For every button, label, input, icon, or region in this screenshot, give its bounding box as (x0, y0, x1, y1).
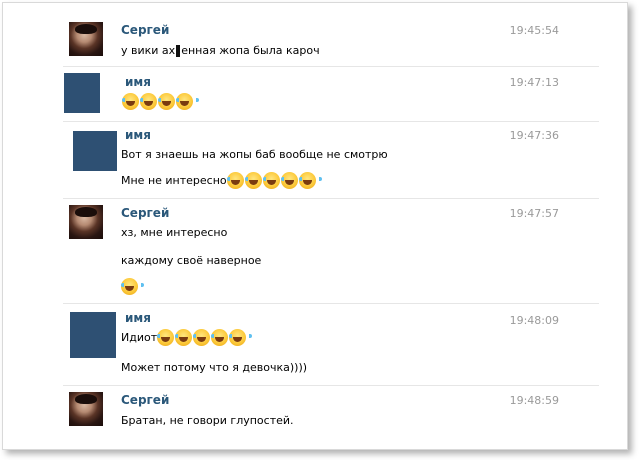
message-text-part: Идиот (121, 331, 158, 344)
tears-of-joy-emoji-icon (211, 329, 235, 346)
tears-of-joy-emoji-icon (298, 172, 322, 189)
avatar[interactable] (69, 392, 103, 426)
tears-of-joy-emoji-icon (175, 329, 199, 346)
tears-of-joy-emoji-icon (140, 93, 163, 110)
message-separator (63, 303, 599, 304)
tears-of-joy-emoji-icon (122, 93, 145, 110)
avatar[interactable] (64, 73, 100, 113)
avatar[interactable] (73, 131, 117, 171)
tears-of-joy-emoji-icon (244, 172, 268, 189)
message-text: Может потому что я девочка)))) (121, 361, 308, 374)
message-text: хз, мне интересно (121, 226, 228, 239)
tears-of-joy-emoji-icon (226, 172, 250, 189)
sender-name[interactable]: Сергей (121, 23, 169, 37)
message-text: у вики ах енная жопа была кароч (121, 44, 320, 57)
censor-mark (176, 44, 181, 57)
sender-name[interactable]: имя (125, 128, 151, 142)
message-text: Вот я знаешь на жопы баб вообще не смотр… (121, 148, 388, 161)
emoji-row (121, 278, 144, 295)
message-time[interactable]: 19:45:54 (510, 24, 559, 37)
sender-name[interactable]: имя (125, 311, 151, 325)
message-time[interactable]: 19:47:57 (510, 207, 559, 220)
message-separator (63, 66, 599, 67)
message-separator (63, 121, 599, 122)
tears-of-joy-emoji-icon (262, 172, 286, 189)
message-time[interactable]: 19:48:59 (510, 394, 559, 407)
avatar[interactable] (69, 205, 103, 239)
sender-name[interactable]: Сергей (121, 206, 169, 220)
avatar[interactable] (70, 312, 116, 358)
message-time[interactable]: 19:47:13 (510, 76, 559, 89)
avatar[interactable] (69, 22, 103, 56)
sender-name[interactable]: имя (125, 75, 151, 89)
message-text: Братан, не говори глупостей. (121, 414, 294, 427)
message-text-part: Мне не интересно (121, 174, 227, 187)
tears-of-joy-emoji-icon (193, 329, 217, 346)
message-separator (63, 385, 599, 386)
emoji-row (122, 93, 199, 110)
message-separator (63, 198, 599, 199)
tears-of-joy-emoji-icon (121, 278, 144, 295)
tears-of-joy-emoji-icon (176, 93, 199, 110)
tears-of-joy-emoji-icon (158, 93, 181, 110)
message-text: Идиот (121, 329, 253, 346)
message-time[interactable]: 19:47:36 (510, 129, 559, 142)
message-text-part: енная жопа была кароч (181, 44, 320, 57)
message-text: каждому своё наверное (121, 254, 262, 267)
tears-of-joy-emoji-icon (157, 329, 181, 346)
message-text-part: у вики ах (121, 44, 176, 57)
tears-of-joy-emoji-icon (229, 329, 253, 346)
sender-name[interactable]: Сергей (121, 393, 169, 407)
message-text: Мне не интересно (121, 172, 322, 189)
tears-of-joy-emoji-icon (280, 172, 304, 189)
chat-history-panel: Сергей 19:45:54 у вики ах енная жопа была… (2, 2, 628, 450)
message-time[interactable]: 19:48:09 (510, 314, 559, 327)
